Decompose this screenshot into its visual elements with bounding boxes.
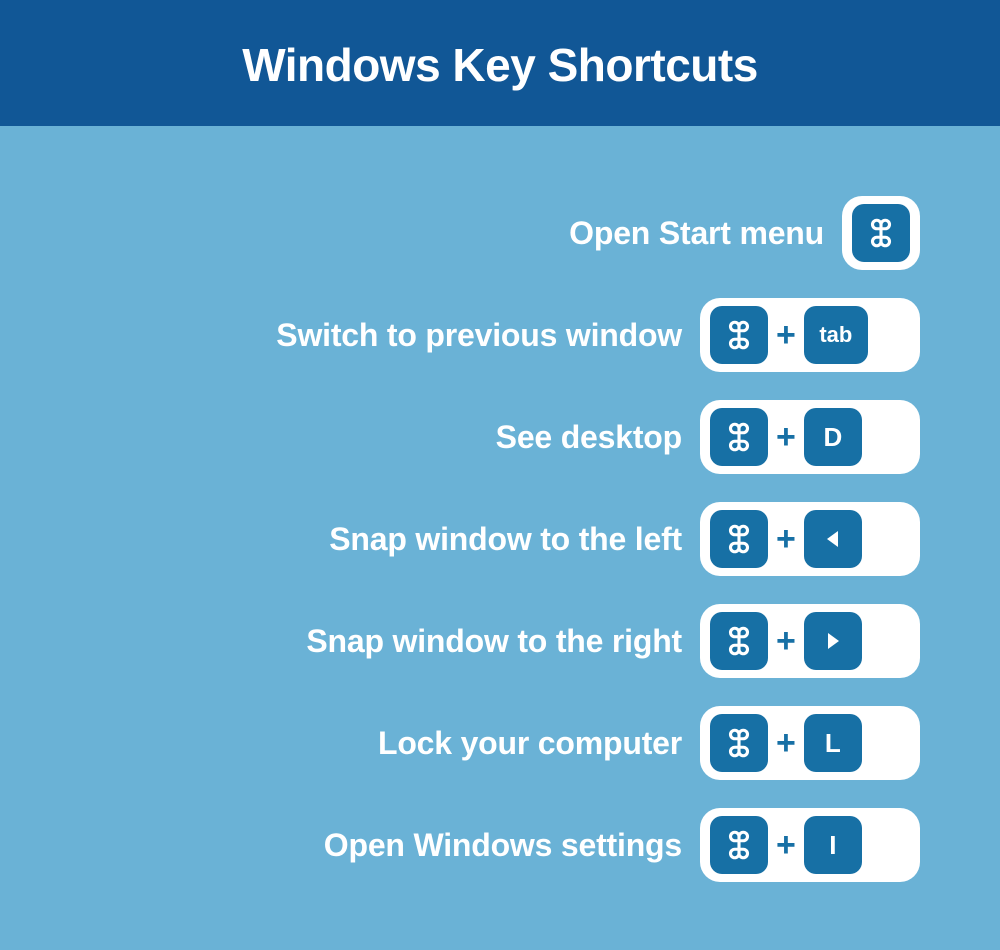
key-group: + I [700, 808, 920, 882]
command-key-icon [710, 714, 768, 772]
command-key-icon [710, 408, 768, 466]
key-group [842, 196, 920, 270]
shortcut-list: Open Start menu Switch to previous windo… [0, 126, 1000, 950]
plus-separator: + [774, 318, 798, 352]
header: Windows Key Shortcuts [0, 0, 1000, 126]
shortcut-label: Open Windows settings [324, 827, 682, 864]
command-key-icon [710, 510, 768, 568]
shortcut-row: Snap window to the left + [60, 502, 920, 576]
key-group: + L [700, 706, 920, 780]
letter-key-i: I [804, 816, 862, 874]
shortcut-label: Snap window to the left [329, 521, 682, 558]
key-group: + tab [700, 298, 920, 372]
key-group: + [700, 604, 920, 678]
shortcut-row: Lock your computer + L [60, 706, 920, 780]
shortcut-row: See desktop + D [60, 400, 920, 474]
shortcut-label: Snap window to the right [306, 623, 682, 660]
tab-key: tab [804, 306, 868, 364]
plus-separator: + [774, 624, 798, 658]
shortcut-label: Lock your computer [378, 725, 682, 762]
plus-separator: + [774, 726, 798, 760]
arrow-left-icon [804, 510, 862, 568]
shortcut-row: Snap window to the right + [60, 604, 920, 678]
shortcut-row: Open Windows settings + I [60, 808, 920, 882]
key-group: + D [700, 400, 920, 474]
shortcut-label: Switch to previous window [276, 317, 682, 354]
page-title: Windows Key Shortcuts [0, 38, 1000, 92]
letter-key-l: L [804, 714, 862, 772]
key-group: + [700, 502, 920, 576]
shortcut-row: Switch to previous window + tab [60, 298, 920, 372]
command-key-icon [852, 204, 910, 262]
command-key-icon [710, 306, 768, 364]
plus-separator: + [774, 522, 798, 556]
shortcut-label: See desktop [496, 419, 682, 456]
letter-key-d: D [804, 408, 862, 466]
command-key-icon [710, 816, 768, 874]
arrow-right-icon [804, 612, 862, 670]
shortcut-row: Open Start menu [60, 196, 920, 270]
plus-separator: + [774, 420, 798, 454]
command-key-icon [710, 612, 768, 670]
plus-separator: + [774, 828, 798, 862]
shortcut-label: Open Start menu [569, 215, 824, 252]
